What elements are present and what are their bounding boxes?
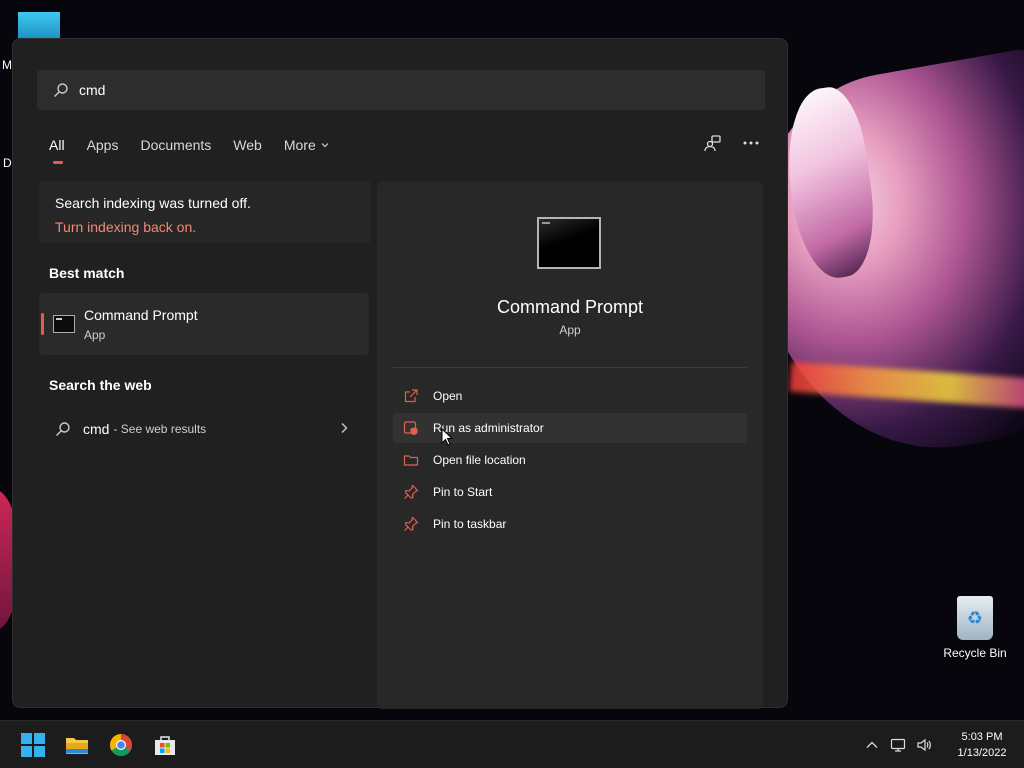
search-input[interactable]: cmd: [37, 70, 765, 110]
command-prompt-icon: [53, 315, 75, 333]
start-search-panel: cmd All Apps Documents Web More Search i…: [12, 38, 788, 709]
action-pin-to-taskbar[interactable]: Pin to taskbar: [393, 509, 747, 539]
best-match-type: App: [84, 327, 106, 342]
search-tabs: All Apps Documents Web More: [49, 137, 352, 164]
best-match-heading: Best match: [49, 265, 125, 281]
network-icon[interactable]: [890, 737, 906, 753]
preview-app-type: App: [559, 323, 581, 337]
pin-icon: [404, 516, 419, 531]
results-column: Search indexing was turned off. Turn ind…: [39, 181, 371, 449]
selection-accent: [41, 313, 44, 335]
indexing-notice-title: Search indexing was turned off.: [55, 195, 251, 211]
system-tray: 5:03 PM 1/13/2022: [864, 721, 1024, 768]
desktop-shortcut-label: M: [2, 58, 12, 72]
turn-indexing-on-link[interactable]: Turn indexing back on.: [55, 219, 355, 235]
taskbar: 5:03 PM 1/13/2022: [0, 720, 1024, 768]
search-query-text: cmd: [79, 82, 106, 98]
tab-tools: [703, 133, 761, 153]
account-switch-icon[interactable]: [703, 133, 723, 153]
action-pin-to-taskbar-label: Pin to taskbar: [433, 517, 507, 531]
desktop-shortcut-icon[interactable]: [18, 12, 60, 40]
pin-icon: [404, 484, 419, 499]
search-web-heading: Search the web: [49, 377, 152, 393]
action-open-file-location[interactable]: Open file location: [393, 445, 747, 475]
tab-documents[interactable]: Documents: [140, 137, 211, 153]
tab-apps[interactable]: Apps: [87, 137, 119, 153]
web-search-result[interactable]: cmd - See web results: [39, 409, 369, 449]
tab-more-label: More: [283, 137, 316, 153]
search-icon: [56, 422, 70, 436]
volume-icon[interactable]: [916, 737, 932, 753]
preview-app-name: Command Prompt: [496, 297, 644, 317]
mouse-cursor-icon: [441, 428, 453, 446]
recycle-bin-icon: ♻: [957, 596, 993, 640]
clock[interactable]: 5:03 PM 1/13/2022: [942, 729, 1022, 761]
command-prompt-large-icon: [537, 217, 601, 269]
chrome-icon[interactable]: [109, 733, 133, 757]
file-explorer-icon[interactable]: [65, 733, 89, 757]
action-open-file-location-label: Open file location: [433, 453, 526, 467]
preview-divider: [393, 367, 747, 368]
shield-icon: [403, 421, 418, 436]
folder-icon: [403, 455, 419, 466]
indexing-notice: Search indexing was turned off. Turn ind…: [39, 181, 371, 243]
microsoft-store-icon[interactable]: [153, 733, 177, 757]
search-icon: [54, 83, 68, 97]
more-options-icon[interactable]: [741, 133, 761, 153]
chevron-up-icon[interactable]: [864, 737, 880, 753]
web-search-query: cmd: [83, 421, 110, 437]
tab-web[interactable]: Web: [233, 137, 262, 153]
clock-time: 5:03 PM: [961, 731, 1003, 743]
tab-all[interactable]: All: [49, 137, 65, 164]
windows-start-icon[interactable]: [21, 733, 45, 757]
best-match-name: Command Prompt: [84, 306, 198, 323]
chevron-right-icon: [341, 423, 348, 433]
recycle-bin[interactable]: ♻ Recycle Bin: [940, 596, 1010, 660]
open-external-icon: [404, 389, 418, 403]
chevron-down-icon: [321, 143, 329, 148]
web-search-suffix: - See web results: [113, 422, 207, 436]
action-pin-to-start-label: Pin to Start: [433, 485, 493, 499]
action-open[interactable]: Open: [393, 381, 747, 411]
clock-date: 1/13/2022: [957, 747, 1007, 759]
tab-more[interactable]: More: [284, 137, 330, 153]
best-match-result[interactable]: Command Prompt App: [39, 293, 369, 355]
preview-pane: Command Prompt App Open Run as administr…: [377, 181, 763, 709]
recycle-bin-label: Recycle Bin: [943, 646, 1007, 660]
preview-actions: Open Run as administrator Open file loca…: [393, 381, 747, 541]
action-open-label: Open: [433, 389, 463, 403]
action-pin-to-start[interactable]: Pin to Start: [393, 477, 747, 507]
